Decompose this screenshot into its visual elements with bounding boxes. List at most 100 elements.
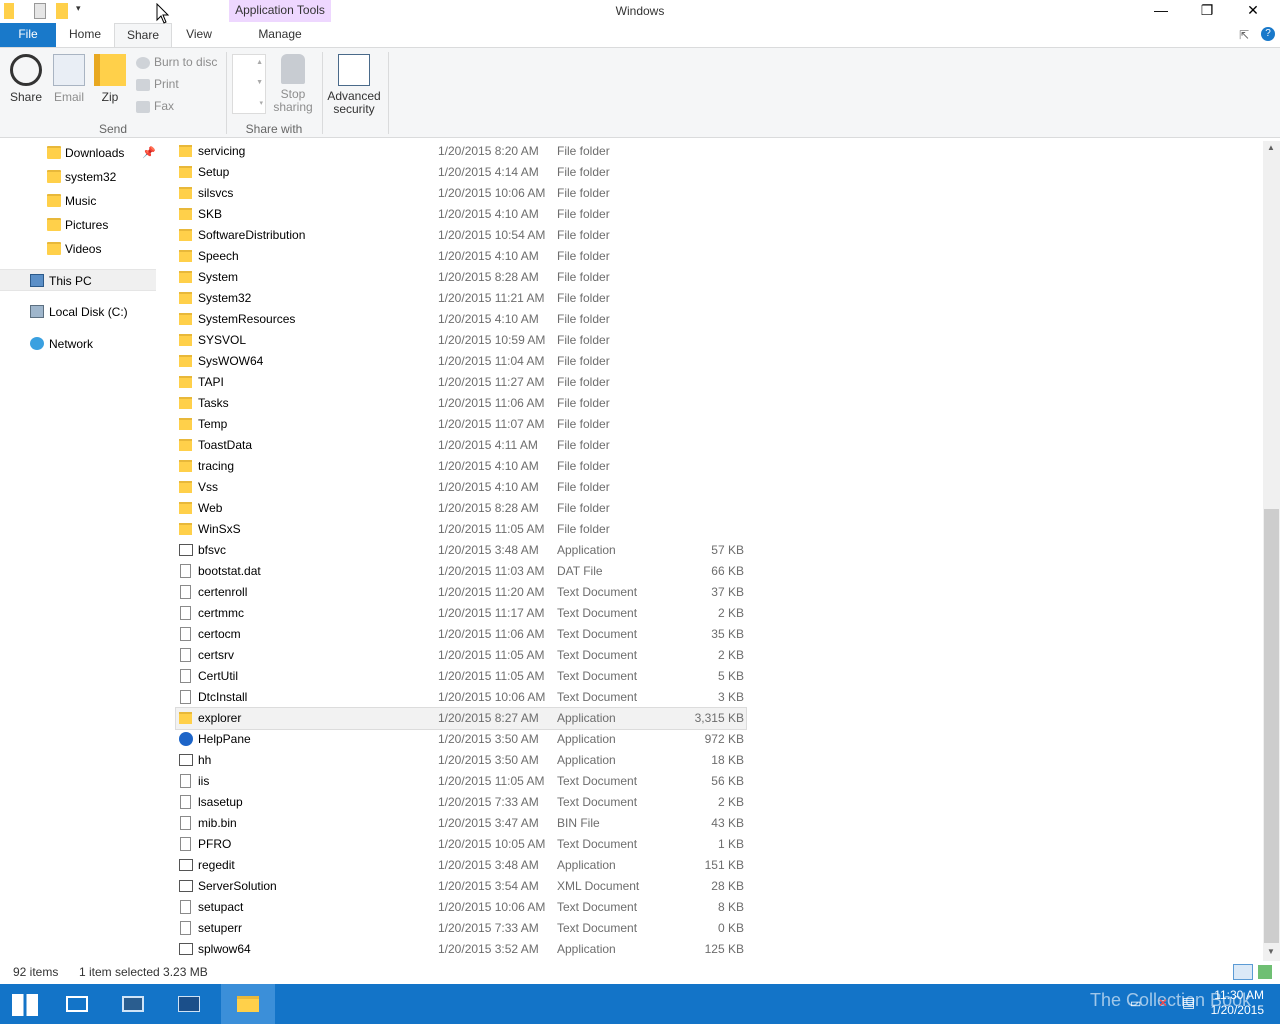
table-row[interactable]: splwow64 1/20/2015 3:52 AM Application 125 … [176, 939, 746, 960]
burn-to-disc-button[interactable]: Burn to disc [136, 53, 217, 71]
file-date: 1/20/2015 11:21 AM [438, 291, 545, 305]
nav-item-videos[interactable]: Videos [0, 238, 156, 260]
table-row[interactable]: setupact 1/20/2015 10:06 AM Text Document 8… [176, 897, 746, 918]
minimize-button[interactable]: — [1138, 0, 1184, 22]
folder-icon [179, 712, 192, 724]
table-row[interactable]: PFRO 1/20/2015 10:05 AM Text Document 1 KB [176, 834, 746, 855]
table-row[interactable]: ToastData 1/20/2015 4:11 AM File folder [176, 435, 746, 456]
table-row[interactable]: TAPI 1/20/2015 11:27 AM File folder [176, 372, 746, 393]
table-row[interactable]: ServerSolution 1/20/2015 3:54 AM XML Docum… [176, 876, 746, 897]
table-row[interactable]: bootstat.dat 1/20/2015 11:03 AM DAT File 66… [176, 561, 746, 582]
table-row[interactable]: DtcInstall 1/20/2015 10:06 AM Text Documen… [176, 687, 746, 708]
file-date: 1/20/2015 4:10 AM [438, 249, 539, 263]
table-row[interactable]: certsrv 1/20/2015 11:05 AM Text Document 2 … [176, 645, 746, 666]
table-row[interactable]: CertUtil 1/20/2015 11:05 AM Text Document 5… [176, 666, 746, 687]
table-row[interactable]: silsvcs 1/20/2015 10:06 AM File folder [176, 183, 746, 204]
start-button[interactable] [0, 984, 54, 1024]
nav-item-label: Local Disk (C:) [49, 305, 128, 319]
file-name: hh [198, 753, 212, 767]
table-row[interactable]: Temp 1/20/2015 11:07 AM File folder [176, 414, 746, 435]
close-button[interactable]: ✕ [1230, 0, 1276, 22]
file-type: Text Document [557, 669, 638, 683]
expand-ribbon-icon[interactable]: ⇱ [1239, 28, 1249, 42]
fax-button[interactable]: Fax [136, 97, 174, 115]
table-row[interactable]: HelpPane 1/20/2015 3:50 AM Application 972 … [176, 729, 746, 750]
nav-item-local-disk[interactable]: Local Disk (C:) [0, 301, 156, 323]
table-row[interactable]: lsasetup 1/20/2015 7:33 AM Text Document 2 … [176, 792, 746, 813]
nav-item-music[interactable]: Music [0, 190, 156, 212]
vertical-scrollbar[interactable]: ▲ ▼ [1263, 141, 1280, 961]
table-row[interactable]: System 1/20/2015 8:28 AM File folder [176, 267, 746, 288]
tab-home[interactable]: Home [57, 23, 113, 47]
details-view-icon[interactable] [1233, 964, 1253, 980]
nav-item-system32[interactable]: system32 [0, 166, 156, 188]
table-row[interactable]: mib.bin 1/20/2015 3:47 AM BIN File 43 KB [176, 813, 746, 834]
nav-item-this-pc[interactable]: This PC [0, 269, 156, 291]
nav-item-downloads[interactable]: Downloads 📌 [0, 142, 156, 164]
table-row[interactable]: certmmc 1/20/2015 11:17 AM Text Document 2 … [176, 603, 746, 624]
document-icon [180, 900, 191, 914]
share-with-group-label: Share with [245, 122, 303, 136]
powershell-button[interactable] [162, 984, 216, 1024]
server-manager-button[interactable] [106, 984, 160, 1024]
table-row[interactable]: SoftwareDistribution 1/20/2015 10:54 AM Fi… [176, 225, 746, 246]
large-icons-view-icon[interactable] [1258, 965, 1272, 979]
file-size: 151 KB [704, 858, 744, 872]
task-view-button[interactable] [50, 984, 104, 1024]
table-row[interactable]: iis 1/20/2015 11:05 AM Text Document 56 KB [176, 771, 746, 792]
action-center-icon[interactable]: ▤ [1182, 994, 1195, 1011]
restore-button[interactable]: ❐ [1184, 0, 1230, 22]
share-with-list[interactable]: ▲ ▼ ▾ [232, 54, 266, 114]
pin-icon[interactable]: 📌 [142, 142, 156, 164]
share-button[interactable]: Share [8, 54, 44, 104]
file-date: 1/20/2015 3:54 AM [438, 879, 539, 893]
table-row[interactable]: SYSVOL 1/20/2015 10:59 AM File folder [176, 330, 746, 351]
nav-item-pictures[interactable]: Pictures [0, 214, 156, 236]
zip-button[interactable]: Zip [94, 54, 126, 104]
table-row[interactable]: certenroll 1/20/2015 11:20 AM Text Documen… [176, 582, 746, 603]
table-row[interactable]: setuperr 1/20/2015 7:33 AM Text Document 0 … [176, 918, 746, 939]
stop-sharing-button[interactable]: Stop sharing [270, 54, 316, 114]
advanced-security-button[interactable]: Advanced security [326, 54, 382, 116]
folder-icon [179, 166, 192, 178]
scroll-down-icon[interactable]: ▼ [256, 79, 263, 86]
file-name: SoftwareDistribution [198, 228, 306, 242]
tab-view[interactable]: View [173, 23, 225, 47]
table-row[interactable]: SKB 1/20/2015 4:10 AM File folder [176, 204, 746, 225]
table-row[interactable]: servicing 1/20/2015 8:20 AM File folder [176, 141, 746, 162]
printer-icon [136, 78, 150, 91]
email-button[interactable]: Email [50, 54, 88, 104]
network-tray-icon[interactable]: ▭ [1130, 996, 1141, 1010]
table-row[interactable]: regedit 1/20/2015 3:48 AM Application 151 K… [176, 855, 746, 876]
table-row[interactable]: certocm 1/20/2015 11:06 AM Text Document 35… [176, 624, 746, 645]
table-row[interactable]: Tasks 1/20/2015 11:06 AM File folder [176, 393, 746, 414]
nav-item-network[interactable]: Network [0, 333, 156, 355]
table-row[interactable]: bfsvc 1/20/2015 3:48 AM Application 57 KB [176, 540, 746, 561]
table-row[interactable]: tracing 1/20/2015 4:10 AM File folder [176, 456, 746, 477]
tab-share[interactable]: Share [114, 23, 172, 47]
tab-manage[interactable]: Manage [229, 23, 331, 47]
table-row[interactable]: SysWOW64 1/20/2015 11:04 AM File folder [176, 351, 746, 372]
tab-file[interactable]: File [0, 23, 56, 47]
table-row[interactable]: Web 1/20/2015 8:28 AM File folder [176, 498, 746, 519]
table-row[interactable]: explorer 1/20/2015 8:27 AM Application 3,31… [175, 707, 747, 730]
file-explorer-button[interactable] [221, 984, 275, 1024]
table-row[interactable]: Setup 1/20/2015 4:14 AM File folder [176, 162, 746, 183]
folder-icon [179, 145, 192, 157]
volume-muted-icon[interactable]: ✕ [1158, 996, 1168, 1010]
scroll-up-icon[interactable]: ▲ [256, 59, 263, 66]
table-row[interactable]: WinSxS 1/20/2015 11:05 AM File folder [176, 519, 746, 540]
table-row[interactable]: SystemResources 1/20/2015 4:10 AM File fol… [176, 309, 746, 330]
print-button[interactable]: Print [136, 75, 179, 93]
scroll-down-arrow-icon[interactable]: ▼ [1267, 947, 1275, 956]
help-icon[interactable]: ? [1261, 27, 1275, 41]
table-row[interactable]: hh 1/20/2015 3:50 AM Application 18 KB [176, 750, 746, 771]
file-name: SystemResources [198, 312, 296, 326]
table-row[interactable]: System32 1/20/2015 11:21 AM File folder [176, 288, 746, 309]
table-row[interactable]: Speech 1/20/2015 4:10 AM File folder [176, 246, 746, 267]
expand-list-icon[interactable]: ▾ [259, 99, 263, 107]
scroll-up-arrow-icon[interactable]: ▲ [1267, 143, 1275, 152]
table-row[interactable]: Vss 1/20/2015 4:10 AM File folder [176, 477, 746, 498]
scrollbar-thumb[interactable] [1264, 509, 1279, 943]
clock[interactable]: 11:30 AM 1/20/2015 [1211, 988, 1264, 1018]
